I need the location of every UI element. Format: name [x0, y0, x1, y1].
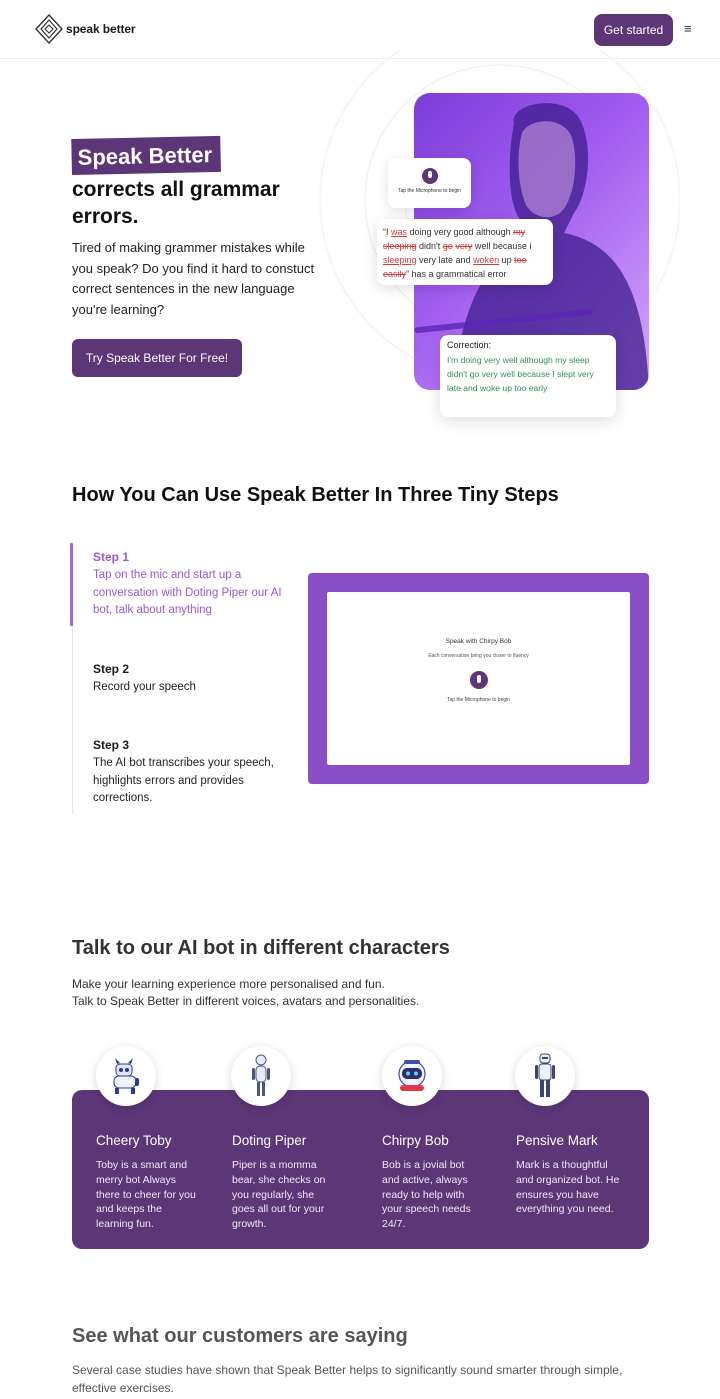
step-description: Tap on the mic and start up a conversati… — [93, 569, 282, 616]
logo[interactable]: speak better — [34, 13, 136, 45]
step-title: Step 3 — [93, 738, 130, 752]
step-2[interactable]: Step 2 Record your speech — [93, 662, 303, 697]
error-word: was — [391, 227, 408, 237]
character-description: Toby is a smart and merry bot Always the… — [96, 1159, 196, 1231]
hero-highlight: Speak Better — [71, 135, 221, 175]
correction-title: Correction: — [447, 340, 492, 350]
step-3[interactable]: Step 3 The AI bot transcribes your speec… — [93, 738, 303, 808]
transcript-text: “I — [383, 227, 391, 237]
character-name: Chirpy Bob — [382, 1133, 449, 1148]
customers-description: Several case studies have shown that Spe… — [72, 1363, 623, 1395]
step-description: Record your speech — [93, 681, 196, 693]
character-description: Piper is a momma bear, she checks on you… — [232, 1159, 326, 1231]
struck-word: very — [455, 241, 473, 251]
hero-title: corrects all grammar errors. — [72, 178, 280, 228]
transcript-text: very late and — [416, 255, 474, 265]
logo-diamond-icon — [35, 13, 63, 45]
steps-active-indicator — [70, 543, 73, 626]
correction-card: Correction: I'm doing very well although… — [440, 335, 616, 417]
customers-heading: See what our customers are saying — [72, 1325, 408, 1347]
transcript-text: didn't — [416, 241, 443, 251]
step-title: Step 2 — [93, 662, 130, 676]
transcript-text: well because i — [472, 241, 532, 251]
demo-tap-label: Tap the Microphone to begin — [446, 697, 511, 703]
character-name: Cheery Toby — [96, 1133, 172, 1148]
characters-description-line: Talk to Speak Better in different voices… — [72, 994, 420, 1008]
error-word: sleeping — [383, 255, 417, 265]
characters-description-line: Make your learning experience more perso… — [72, 977, 385, 991]
transcript-text: doing very good although — [407, 227, 514, 237]
struck-word: sleeping — [383, 241, 417, 251]
transcript-text: ” has a grammatical error — [406, 269, 507, 279]
demo-title: Speak with Chirpy Bob — [445, 638, 512, 645]
struck-word: go — [442, 241, 453, 251]
step-title: Step 1 — [93, 550, 130, 564]
struck-word: my — [513, 227, 526, 237]
demo-screen: Speak with Chirpy Bob Each conversation … — [327, 592, 630, 765]
steps-heading: How You Can Use Speak Better In Three Ti… — [72, 484, 559, 506]
android-robot-icon[interactable] — [515, 1046, 575, 1106]
character-description: Bob is a jovial bot and active, always r… — [382, 1159, 471, 1231]
step-description: The AI bot transcribes your speech, high… — [93, 757, 274, 804]
characters-description: Make your learning experience more perso… — [72, 976, 419, 1010]
humanoid-robot-icon[interactable] — [231, 1046, 291, 1106]
hero-description: Tired of making grammer mistakes while y… — [72, 240, 315, 318]
microphone-icon[interactable] — [421, 168, 438, 184]
robot-dog-icon[interactable] — [96, 1046, 156, 1106]
demo-subtitle: Each conversation bring you closer to fl… — [428, 653, 529, 659]
logo-text: speak better — [66, 22, 136, 36]
character-name: Doting Piper — [232, 1133, 307, 1148]
try-free-button[interactable]: Try Speak Better For Free! — [72, 339, 242, 377]
hamburger-menu-icon[interactable]: ≡ — [684, 22, 692, 36]
transcript-text: up — [499, 255, 515, 265]
characters-heading: Talk to our AI bot in different characte… — [72, 937, 450, 959]
error-word: woken — [473, 255, 500, 265]
character-description: Mark is a thoughtful and organized bot. … — [516, 1159, 620, 1216]
mic-card[interactable]: Tap the Microphone to begin — [388, 158, 471, 208]
character-name: Pensive Mark — [516, 1133, 598, 1148]
step-1[interactable]: Step 1 Tap on the mic and start up a con… — [93, 550, 303, 620]
microphone-icon[interactable] — [469, 671, 488, 689]
get-started-button[interactable]: Get started — [594, 14, 673, 46]
astronaut-robot-icon[interactable] — [382, 1046, 442, 1106]
correction-text: I'm doing very well although my sleep di… — [447, 355, 594, 393]
mic-card-label: Tap the Microphone to begin — [397, 188, 462, 194]
error-transcript-card: “I was doing very good although my sleep… — [377, 219, 553, 285]
